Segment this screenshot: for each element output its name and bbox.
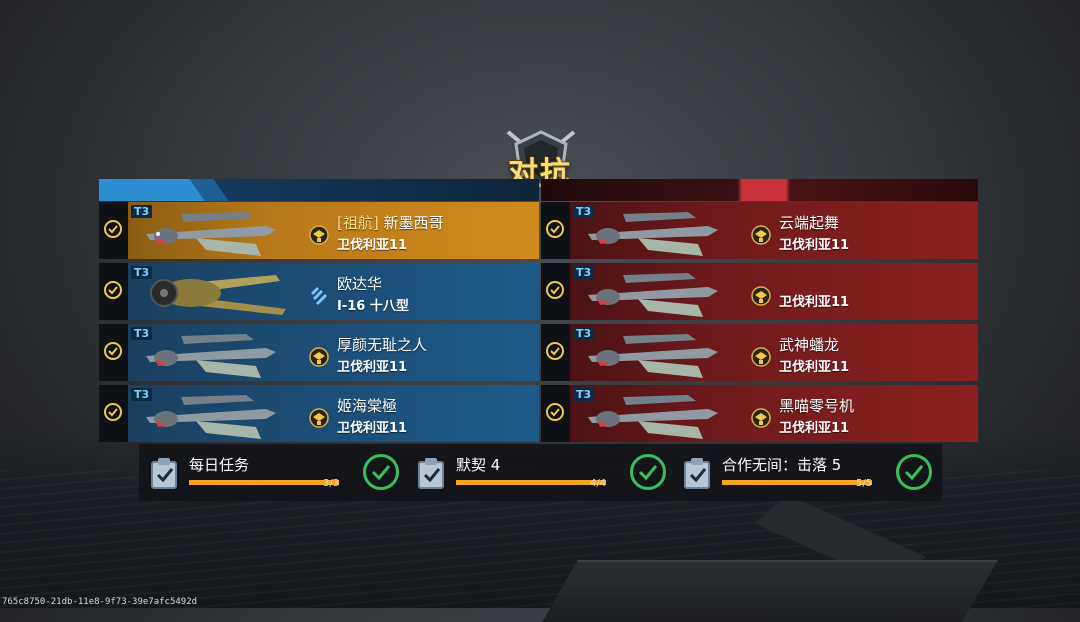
team-right-header [541,179,978,201]
ready-check-icon [104,342,122,360]
team-left-header [99,179,539,201]
aircraft-name: 卫伐利亚11 [337,421,408,436]
wings-rank-icon [751,347,771,367]
quest-label: 默契 4 [456,456,501,474]
quest-label: 每日任务 [189,456,250,474]
player-card: T3 厚颜无耻之人 卫伐利亚11 [128,324,539,381]
quest-progress-track [456,480,606,485]
aircraft-name: 卫伐利亚11 [779,295,850,310]
quest-cooperation[interactable]: 合作无间：击落 5 5/5 [672,444,938,501]
twin-engine-plane-icon [146,334,276,378]
player-name: 厚颜无耻之人 [337,336,428,354]
wings-rank-icon [751,286,771,306]
player-row[interactable]: T3 姬海棠極 卫伐利亚11 [99,385,539,442]
clipboard-check-icon [418,458,444,489]
player-name: 黑喵零号机 [779,397,855,415]
quest-progress-track [189,480,339,485]
twin-engine-plane-icon [588,212,718,256]
player-card-highlight: T3 [祖航] 新墨西哥 卫伐利亚11 [128,202,539,259]
quest-count: 3/3 [323,478,340,489]
twin-engine-plane-icon [146,212,276,256]
wings-rank-icon [751,408,771,428]
clipboard-check-icon [684,458,710,489]
quest-progress-track [722,480,872,485]
player-row[interactable]: T3 卫伐利亚11 [541,263,978,320]
wings-rank-icon [309,347,329,367]
team-right-list: T3 云端起舞 卫伐利亚11 T3 卫伐利亚11 T3 武神蟠龙 卫伐利亚11 … [541,202,978,446]
twin-engine-plane-icon [588,395,718,439]
player-name: 云端起舞 [779,214,840,232]
aircraft-name: 卫伐利亚11 [337,360,408,375]
ready-check-icon [104,403,122,421]
ready-check-icon [104,281,122,299]
player-name: 姬海棠極 [337,397,398,415]
player-row[interactable]: T3 [祖航] 新墨西哥 卫伐利亚11 [99,202,539,259]
player-card: T3 欧达华 I-16 十八型 [128,263,539,320]
checkmark-circle-icon [630,454,666,490]
guild-tag: [祖航] [337,214,379,232]
player-row[interactable]: T3 云端起舞 卫伐利亚11 [541,202,978,259]
twin-engine-plane-icon [588,273,718,317]
quest-progress-fill [722,480,872,485]
player-card: T3 卫伐利亚11 [570,263,978,320]
player-card: T3 云端起舞 卫伐利亚11 [570,202,978,259]
aircraft-name: 卫伐利亚11 [337,238,408,253]
team-left-list: T3 [祖航] 新墨西哥 卫伐利亚11 T3 欧达华 I-16 十八型 T3 厚… [99,202,539,446]
quest-label: 合作无间：击落 5 [722,456,842,474]
clipboard-check-icon [151,458,177,489]
player-name: 武神蟠龙 [779,336,840,354]
ready-check-icon [546,281,564,299]
ready-check-icon [546,220,564,238]
aircraft-name: 卫伐利亚11 [779,421,850,436]
ready-check-icon [546,342,564,360]
player-card: T3 武神蟠龙 卫伐利亚11 [570,324,978,381]
build-id: 765c8750-21db-11e8-9f73-39e7afc5492d [2,597,198,607]
quest-count: 4/4 [590,478,607,489]
quest-tacit[interactable]: 默契 4 4/4 [406,444,672,501]
quest-daily[interactable]: 每日任务 3/3 [139,444,405,501]
quest-progress-fill [189,480,339,485]
aircraft-name: 卫伐利亚11 [779,238,850,253]
ready-check-icon [546,403,564,421]
ready-check-icon [104,220,122,238]
player-row[interactable]: T3 武神蟠龙 卫伐利亚11 [541,324,978,381]
mission-progress-bar: 每日任务 3/3 默契 4 4/4 合作无间：击落 5 5/5 [139,444,942,501]
player-row[interactable]: T3 厚颜无耻之人 卫伐利亚11 [99,324,539,381]
player-card: T3 黑喵零号机 卫伐利亚11 [570,385,978,442]
player-name: [祖航] 新墨西哥 [337,214,444,232]
twin-engine-plane-icon [588,334,718,378]
checkmark-circle-icon [896,454,932,490]
wings-rank-icon [309,408,329,428]
player-row[interactable]: T3 欧达华 I-16 十八型 [99,263,539,320]
chevron-rank-icon [311,287,327,305]
aircraft-name: 卫伐利亚11 [779,360,850,375]
background-ship-hull [542,560,998,622]
player-card: T3 姬海棠極 卫伐利亚11 [128,385,539,442]
quest-progress-fill [456,480,606,485]
player-row[interactable]: T3 黑喵零号机 卫伐利亚11 [541,385,978,442]
twin-engine-plane-icon [146,395,276,439]
player-name: 欧达华 [337,275,383,293]
checkmark-circle-icon [363,454,399,490]
single-engine-plane-icon [150,275,286,315]
aircraft-name: I-16 十八型 [337,299,409,314]
quest-count: 5/5 [856,478,873,489]
wings-rank-icon [309,225,329,245]
wings-rank-icon [751,225,771,245]
